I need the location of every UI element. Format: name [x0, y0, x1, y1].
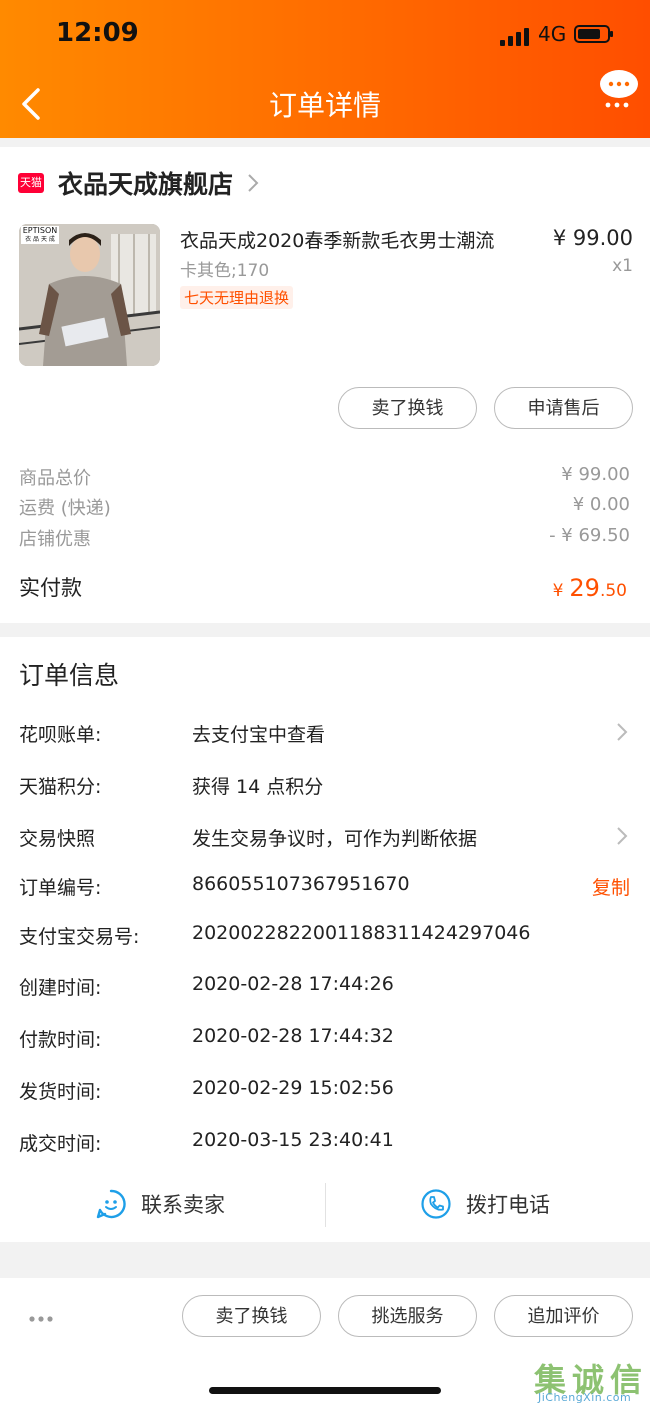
fee-value-discount: - ¥ 69.50 [549, 525, 630, 546]
select-service-button[interactable]: 挑选服务 [338, 1295, 477, 1337]
battery-icon [574, 25, 613, 43]
created-time-label: 创建时间: [19, 977, 102, 999]
fee-label-shipping: 运费 (快递) [19, 498, 111, 519]
contact-divider [325, 1183, 326, 1227]
created-time-value: 2020-02-28 17:44:26 [192, 973, 394, 995]
store-link[interactable]: 天猫 衣品天成旗舰店 [18, 168, 259, 199]
product-quantity: x1 [612, 256, 633, 276]
trade-snapshot-label: 交易快照 [19, 828, 96, 850]
actual-payment-amount: ¥29.50 [552, 574, 627, 602]
paid-time-label: 付款时间: [19, 1029, 102, 1051]
completed-time-value: 2020-03-15 23:40:41 [192, 1129, 394, 1151]
fee-value-shipping: ¥ 0.00 [572, 494, 630, 515]
order-info-title: 订单信息 [19, 661, 120, 690]
completed-time-label: 成交时间: [19, 1133, 102, 1155]
product-image-brand: EPTISON 衣 品 天 成 [22, 226, 58, 243]
tmall-points-label: 天猫积分: [19, 776, 102, 798]
chevron-right-icon[interactable] [616, 826, 628, 846]
copy-order-number-button[interactable]: 复制 [592, 873, 630, 900]
status-time: 12:09 [56, 18, 139, 48]
after-sale-button[interactable]: 申请售后 [494, 387, 633, 429]
home-indicator[interactable] [209, 1387, 441, 1394]
add-review-button[interactable]: 追加评价 [494, 1295, 633, 1337]
product-image[interactable]: EPTISON 衣 品 天 成 [19, 224, 160, 366]
navigation-header: 12:09 4G 订单详情 [0, 0, 650, 138]
contact-seller-button[interactable]: 联系卖家 [95, 1184, 225, 1224]
phone-icon [421, 1189, 451, 1219]
sell-for-cash-button[interactable]: 卖了换钱 [338, 387, 477, 429]
watermark-logo: 集 诚 信 JiChengXin.com [534, 1361, 643, 1404]
alipay-trade-number-value: 2020022822001188311424297046 [192, 922, 531, 944]
paid-time-value: 2020-02-28 17:44:32 [192, 1025, 394, 1047]
network-type: 4G [538, 22, 567, 46]
fee-value-total: ¥ 99.00 [561, 464, 630, 485]
order-item-card [0, 147, 650, 623]
chat-bubble-icon [600, 70, 638, 108]
ellipsis-icon [29, 1316, 53, 1322]
return-policy-badge: 七天无理由退换 [180, 286, 294, 309]
contact-seller-label: 联系卖家 [141, 1193, 225, 1217]
shipped-time-label: 发货时间: [19, 1081, 102, 1103]
order-number-label: 订单编号: [19, 877, 102, 899]
tmall-points-value: 获得 14 点积分 [192, 776, 324, 798]
fee-label-discount: 店铺优惠 [19, 529, 91, 550]
more-options-button[interactable] [28, 1310, 56, 1329]
huabei-bill-label: 花呗账单: [19, 724, 102, 746]
product-title[interactable]: 衣品天成2020春季新款毛衣男士潮流 [180, 226, 494, 253]
chevron-right-icon [248, 174, 259, 192]
fee-label-total: 商品总价 [19, 468, 91, 489]
tmall-logo: 天猫 [18, 173, 44, 193]
sell-for-cash-bottom-button[interactable]: 卖了换钱 [182, 1295, 321, 1337]
store-name: 衣品天成旗舰店 [58, 170, 234, 199]
order-number-value: 866055107367951670 [192, 873, 410, 895]
huabei-bill-link[interactable]: 去支付宝中查看 [192, 720, 325, 747]
product-price: ¥ 99.00 [552, 226, 633, 250]
call-phone-button[interactable]: 拨打电话 [420, 1184, 550, 1224]
product-sku: 卡其色;170 [180, 261, 270, 281]
alipay-trade-number-label: 支付宝交易号: [19, 926, 140, 948]
signal-icon [500, 26, 532, 46]
chevron-right-icon[interactable] [616, 722, 628, 742]
chat-face-icon [96, 1189, 126, 1219]
page-title: 订单详情 [268, 89, 381, 122]
shipped-time-value: 2020-02-29 15:02:56 [192, 1077, 394, 1099]
product-photo [19, 224, 160, 366]
call-phone-label: 拨打电话 [466, 1193, 550, 1217]
trade-snapshot-link[interactable]: 发生交易争议时，可作为判断依据 [192, 824, 477, 851]
message-button[interactable] [598, 68, 640, 110]
actual-payment-label: 实付款 [19, 576, 82, 600]
